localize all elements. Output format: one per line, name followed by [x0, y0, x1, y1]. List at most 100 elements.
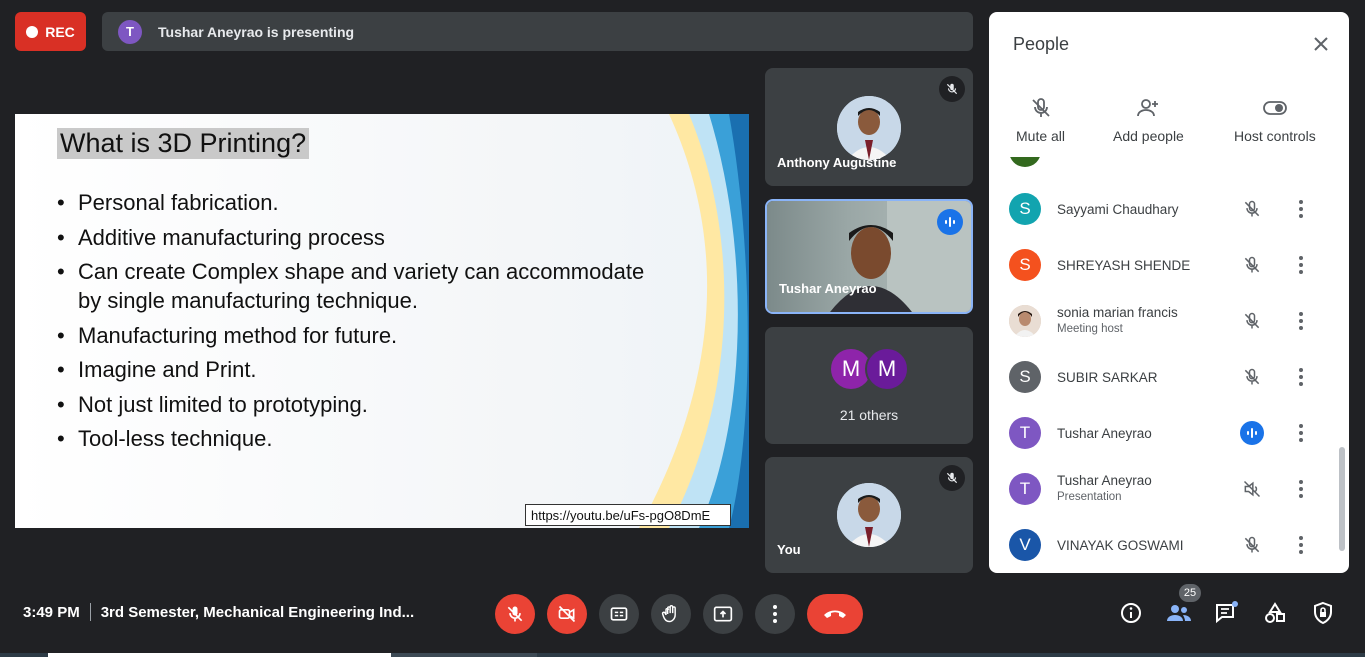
- tile-tushar-aneyrao[interactable]: Tushar Aneyrao: [765, 199, 973, 314]
- presenter-avatar: T: [118, 19, 142, 44]
- people-button[interactable]: [1166, 600, 1192, 626]
- list-item[interactable]: T Tushar Aneyrao Presentation: [989, 461, 1339, 517]
- participant-role: Presentation: [1057, 491, 1122, 503]
- avatar: [837, 483, 901, 547]
- participant-name: Tushar Aneyrao: [1057, 473, 1152, 488]
- slide-bullet: Not just limited to prototyping.: [57, 390, 657, 419]
- list-item[interactable]: V VINAYAK GOSWAMI: [989, 517, 1339, 573]
- more-vert-icon[interactable]: [1289, 309, 1313, 333]
- chat-button[interactable]: [1214, 600, 1240, 626]
- rec-label: REC: [45, 23, 75, 40]
- slide-link[interactable]: https://youtu.be/uFs-pgO8DmE: [525, 504, 731, 526]
- others-label: 21 others: [839, 407, 899, 423]
- toggle-icon: [1262, 101, 1287, 115]
- avatar: [837, 96, 901, 160]
- others-avatars: M M: [829, 347, 909, 391]
- mic-off-icon[interactable]: [1240, 533, 1264, 557]
- avatar: [1009, 157, 1041, 167]
- tile-others[interactable]: M M 21 others: [765, 327, 973, 444]
- participant-role: Meeting host: [1057, 323, 1123, 335]
- host-controls-button[interactable]: [1310, 600, 1336, 626]
- presenting-text: Tushar Aneyrao is presenting: [158, 23, 355, 40]
- slide-bullet: Can create Complex shape and variety can…: [57, 257, 657, 315]
- more-vert-icon[interactable]: [1289, 421, 1313, 445]
- people-icon: [1167, 605, 1191, 621]
- add-people-label: Add people: [1113, 128, 1184, 144]
- participant-name: Tushar Aneyrao: [1057, 425, 1152, 441]
- mute-all-button[interactable]: Mute all: [1016, 96, 1065, 144]
- info-icon: [1121, 603, 1141, 623]
- present-icon: [713, 606, 733, 622]
- speaking-icon: [1240, 421, 1264, 445]
- hand-icon: [661, 605, 676, 623]
- avatar: S: [1009, 361, 1041, 393]
- list-item[interactable]: S Sayyami Chaudhary: [989, 181, 1339, 237]
- list-item[interactable]: S SHREYASH SHENDE: [989, 237, 1339, 293]
- participant-name: VINAYAK GOSWAMI: [1057, 537, 1184, 553]
- meeting-info: 3:49 PM 3rd Semester, Mechanical Enginee…: [23, 603, 414, 621]
- more-vert-icon[interactable]: [1289, 197, 1313, 221]
- tile-anthony-augustine[interactable]: Anthony Augustine: [765, 68, 973, 186]
- slide-bullet: Imagine and Print.: [57, 355, 657, 384]
- camera-toggle-button[interactable]: [547, 594, 587, 634]
- mic-toggle-button[interactable]: [495, 594, 535, 634]
- more-options-button[interactable]: [755, 594, 795, 634]
- mic-off-icon[interactable]: [1240, 253, 1264, 277]
- taskbar-strip: [0, 653, 1365, 657]
- mute-all-icon: [1031, 98, 1050, 117]
- mic-off-icon: [939, 465, 965, 491]
- raise-hand-button[interactable]: [651, 594, 691, 634]
- slide-title: What is 3D Printing?: [57, 128, 310, 159]
- participant-name: SHREYASH SHENDE: [1057, 257, 1191, 273]
- close-icon[interactable]: [1309, 32, 1333, 56]
- captions-icon: [610, 607, 628, 621]
- present-now-button[interactable]: [703, 594, 743, 634]
- clock-time: 3:49 PM: [23, 603, 80, 621]
- tile-name: Anthony Augustine: [777, 155, 897, 170]
- more-vert-icon[interactable]: [1289, 253, 1313, 277]
- tile-you[interactable]: You: [765, 457, 973, 573]
- mic-off-icon: [939, 76, 965, 102]
- record-icon: [26, 25, 39, 38]
- list-item[interactable]: sonia marian francis Meeting host: [989, 293, 1339, 349]
- captions-button[interactable]: [599, 594, 639, 634]
- host-controls-button[interactable]: Host controls: [1234, 96, 1316, 144]
- camera-off-icon: [558, 605, 576, 623]
- shapes-icon: [1265, 602, 1285, 623]
- avatar: V: [1009, 529, 1041, 561]
- tile-name: You: [777, 542, 801, 557]
- divider: [89, 603, 91, 621]
- mic-off-icon[interactable]: [1240, 365, 1264, 389]
- more-vert-icon[interactable]: [1289, 477, 1313, 501]
- avatar: S: [1009, 193, 1041, 225]
- list-item[interactable]: T Tushar Aneyrao: [989, 405, 1339, 461]
- leave-call-button[interactable]: [807, 594, 863, 634]
- list-item[interactable]: S SUBIR SARKAR: [989, 349, 1339, 405]
- more-vert-icon[interactable]: [1289, 533, 1313, 557]
- mic-off-icon: [507, 606, 523, 622]
- people-panel: People Mute all Add people Host controls…: [989, 12, 1349, 573]
- add-person-icon: [1137, 99, 1159, 117]
- slide-bullet: Tool-less technique.: [57, 424, 657, 453]
- add-people-button[interactable]: Add people: [1113, 96, 1184, 144]
- avatar: M: [865, 347, 909, 391]
- mic-off-icon[interactable]: [1240, 309, 1264, 333]
- tile-name: Tushar Aneyrao: [779, 281, 877, 296]
- avatar: S: [1009, 249, 1041, 281]
- meeting-details-button[interactable]: [1118, 600, 1144, 626]
- participant-name: Sayyami Chaudhary: [1057, 201, 1179, 217]
- phone-hangup-icon: [824, 610, 846, 618]
- volume-off-icon[interactable]: [1240, 477, 1264, 501]
- activities-button[interactable]: [1262, 600, 1288, 626]
- slide-bullet: Personal fabrication.: [57, 188, 657, 217]
- slide-bullet: Manufacturing method for future.: [57, 321, 657, 350]
- mic-off-icon[interactable]: [1240, 197, 1264, 221]
- participant-name: SUBIR SARKAR: [1057, 369, 1158, 385]
- more-vert-icon: [773, 605, 777, 623]
- presentation-slide: What is 3D Printing? Personal fabricatio…: [15, 114, 749, 528]
- rec-button[interactable]: REC: [15, 12, 86, 51]
- scrollbar[interactable]: [1339, 447, 1345, 551]
- chat-icon: [1216, 601, 1238, 624]
- more-vert-icon[interactable]: [1289, 365, 1313, 389]
- meeting-title: 3rd Semester, Mechanical Engineering Ind…: [100, 603, 415, 621]
